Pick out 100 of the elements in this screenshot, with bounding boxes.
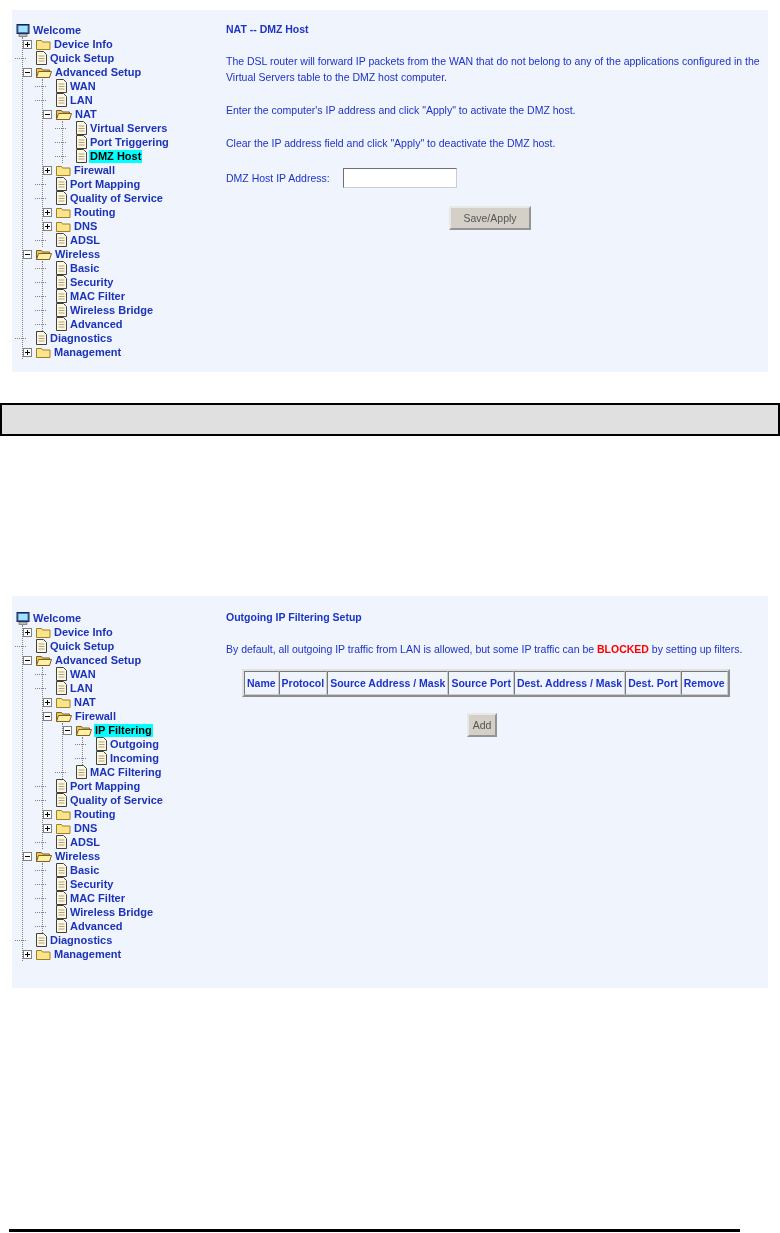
column-header: Remove	[680, 671, 728, 695]
expand-icon[interactable]	[43, 809, 52, 819]
open-folder-icon	[36, 850, 52, 862]
tree-item[interactable]: NAT	[74, 107, 98, 121]
tree-item[interactable]: Device Info	[53, 625, 114, 639]
collapse-icon[interactable]	[23, 67, 32, 77]
collapse-icon[interactable]	[43, 711, 52, 721]
open-folder-icon	[76, 724, 92, 736]
folder-icon	[36, 38, 51, 50]
open-folder-icon	[36, 66, 52, 78]
tree-item[interactable]: Diagnostics	[49, 933, 114, 947]
expand-icon[interactable]	[23, 39, 32, 49]
collapse-icon[interactable]	[63, 725, 72, 735]
tree-item[interactable]: Management	[53, 947, 123, 961]
tree-item[interactable]: Welcome	[32, 611, 83, 625]
tree-item[interactable]: Virtual Servers	[89, 121, 169, 135]
tree-item[interactable]: Firewall	[73, 163, 116, 177]
tree-item[interactable]: Quality of Service	[69, 793, 164, 807]
column-header: Source Address / Mask	[327, 671, 449, 695]
tree-item[interactable]: IP Filtering	[94, 723, 153, 737]
tree-item[interactable]: DNS	[73, 219, 99, 233]
collapse-icon[interactable]	[43, 109, 52, 119]
tree-item[interactable]: Advanced	[69, 919, 124, 933]
page-icon	[56, 303, 67, 317]
page-icon	[56, 919, 67, 933]
tree-item[interactable]: Security	[69, 877, 115, 891]
expand-icon[interactable]	[43, 207, 52, 217]
expand-icon[interactable]	[23, 949, 32, 959]
page-icon	[56, 275, 67, 289]
tree-item[interactable]: Outgoing	[109, 737, 160, 751]
column-header: Name	[244, 671, 279, 695]
folder-icon	[36, 948, 51, 960]
page-icon	[56, 793, 67, 807]
tree-item[interactable]: Wireless Bridge	[69, 905, 155, 919]
page-icon	[56, 79, 67, 93]
tree-item[interactable]: LAN	[69, 93, 94, 107]
folder-icon	[36, 626, 51, 638]
expand-icon[interactable]	[23, 627, 32, 637]
save-apply-button[interactable]: Save/Apply	[449, 206, 531, 230]
tree-item[interactable]: WAN	[69, 667, 97, 681]
tree-item[interactable]: Port Triggering	[89, 135, 170, 149]
tree-item[interactable]: Device Info	[53, 37, 114, 51]
tree-item[interactable]: MAC Filter	[69, 289, 126, 303]
tree-item[interactable]: DMZ Host	[89, 149, 143, 163]
page-icon	[36, 933, 47, 947]
tree-item[interactable]: Port Mapping	[69, 779, 142, 793]
tree-item[interactable]: Security	[69, 275, 115, 289]
tree-item[interactable]: Management	[53, 345, 123, 359]
tree-item[interactable]: Firewall	[74, 709, 117, 723]
page-icon	[56, 317, 67, 331]
expand-icon[interactable]	[43, 823, 52, 833]
tree-item[interactable]: Wireless Bridge	[69, 303, 155, 317]
tree-item[interactable]: Advanced	[69, 317, 124, 331]
collapse-icon[interactable]	[23, 249, 32, 259]
column-header: Protocol	[278, 671, 328, 695]
tree-item[interactable]: Quick Setup	[49, 639, 116, 653]
computer-icon	[16, 611, 30, 625]
expand-icon[interactable]	[43, 165, 52, 175]
page-icon	[56, 667, 67, 681]
page-icon	[56, 191, 67, 205]
tree-item[interactable]: LAN	[69, 681, 94, 695]
add-button[interactable]: Add	[466, 713, 498, 737]
folder-icon	[56, 696, 71, 708]
tree-item[interactable]: Quick Setup	[49, 51, 116, 65]
tree-item[interactable]: WAN	[69, 79, 97, 93]
tree-item[interactable]: DNS	[73, 821, 99, 835]
folder-icon	[56, 164, 71, 176]
tree-item[interactable]: Advanced Setup	[54, 65, 143, 79]
tree-item[interactable]: Diagnostics	[49, 331, 114, 345]
ip-address-field[interactable]	[343, 168, 457, 188]
tree-item[interactable]: NAT	[73, 695, 97, 709]
expand-icon[interactable]	[43, 697, 52, 707]
page-icon	[56, 891, 67, 905]
page-icon	[56, 835, 67, 849]
folder-icon	[56, 822, 71, 834]
collapse-icon[interactable]	[23, 655, 32, 665]
tree-item[interactable]: Wireless	[54, 247, 102, 261]
column-header: Dest. Address / Mask	[513, 671, 626, 695]
tree-item[interactable]: Welcome	[32, 23, 83, 37]
tree-item[interactable]: MAC Filtering	[89, 765, 163, 779]
expand-icon[interactable]	[43, 221, 52, 231]
page-title: NAT -- DMZ Host	[226, 23, 310, 35]
expand-icon[interactable]	[23, 347, 32, 357]
tree-item[interactable]: ADSL	[69, 835, 101, 849]
tree-item[interactable]: Routing	[73, 807, 117, 821]
tree-item[interactable]: Basic	[69, 261, 101, 275]
page-icon	[36, 639, 47, 653]
tree-item[interactable]: Basic	[69, 863, 101, 877]
tree-item[interactable]: Wireless	[54, 849, 102, 863]
tree-item[interactable]: Quality of Service	[69, 191, 164, 205]
open-folder-icon	[36, 248, 52, 260]
tree-item[interactable]: Advanced Setup	[54, 653, 143, 667]
tree-item[interactable]: Port Mapping	[69, 177, 142, 191]
page-icon	[56, 261, 67, 275]
tree-item[interactable]: MAC Filter	[69, 891, 126, 905]
collapse-icon[interactable]	[23, 851, 32, 861]
tree-item[interactable]: Routing	[73, 205, 117, 219]
tree-item[interactable]: Incoming	[109, 751, 160, 765]
tree-item[interactable]: ADSL	[69, 233, 101, 247]
page-icon	[56, 905, 67, 919]
